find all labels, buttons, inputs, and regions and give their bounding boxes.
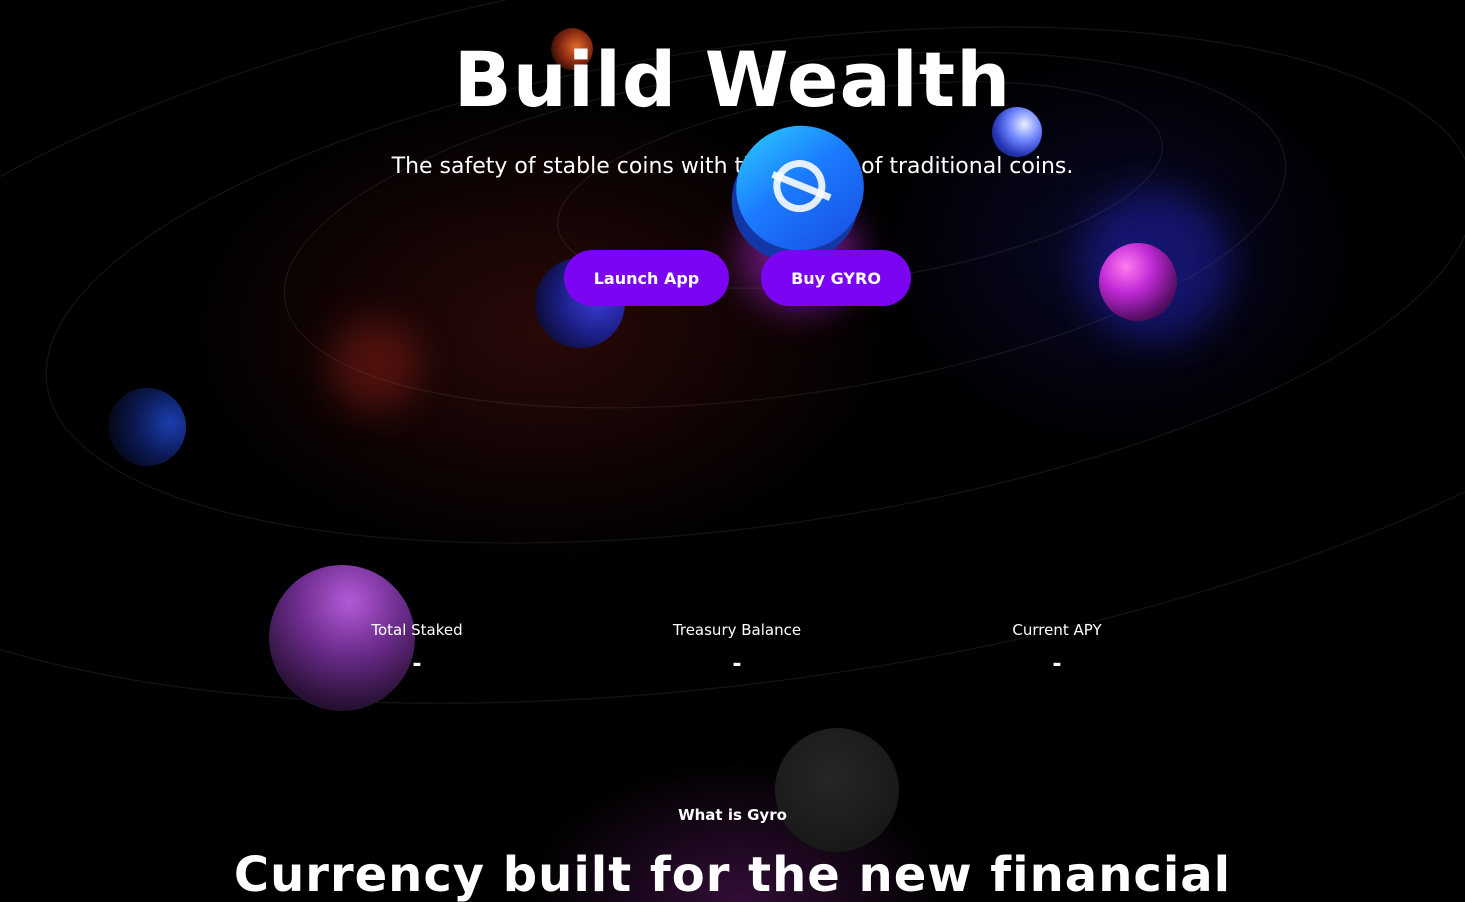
- buy-gyro-button[interactable]: Buy GYRO: [761, 250, 911, 306]
- landing-page: Build Wealth The safety of stable coins …: [0, 0, 1465, 902]
- hero-title: Build Wealth: [453, 35, 1012, 124]
- section-heading: Currency built for the new financial: [233, 847, 1232, 902]
- pink-planet-icon: [1099, 243, 1177, 321]
- stat-total-staked: Total Staked -: [287, 620, 547, 676]
- stat-value: -: [732, 652, 742, 677]
- orbit-rings-decoration: [0, 0, 1465, 704]
- stat-label: Total Staked: [371, 621, 463, 639]
- stat-current-apy: Current APY -: [927, 620, 1187, 676]
- red-glow-decoration: [330, 320, 420, 410]
- stat-value: -: [1052, 652, 1062, 677]
- gray-planet-icon: [775, 728, 899, 852]
- stat-value: -: [412, 652, 422, 677]
- dark-blue-planet-icon: [108, 388, 186, 466]
- gyro-logo-mark-icon: [766, 153, 833, 219]
- hero-subtitle: The safety of stable coins with the grow…: [391, 154, 1074, 179]
- stat-label: Current APY: [1012, 621, 1102, 639]
- stat-label: Treasury Balance: [672, 621, 802, 639]
- launch-app-button[interactable]: Launch App: [564, 250, 729, 306]
- section-eyebrow: What is Gyro: [678, 806, 787, 824]
- stat-treasury-balance: Treasury Balance -: [607, 620, 867, 676]
